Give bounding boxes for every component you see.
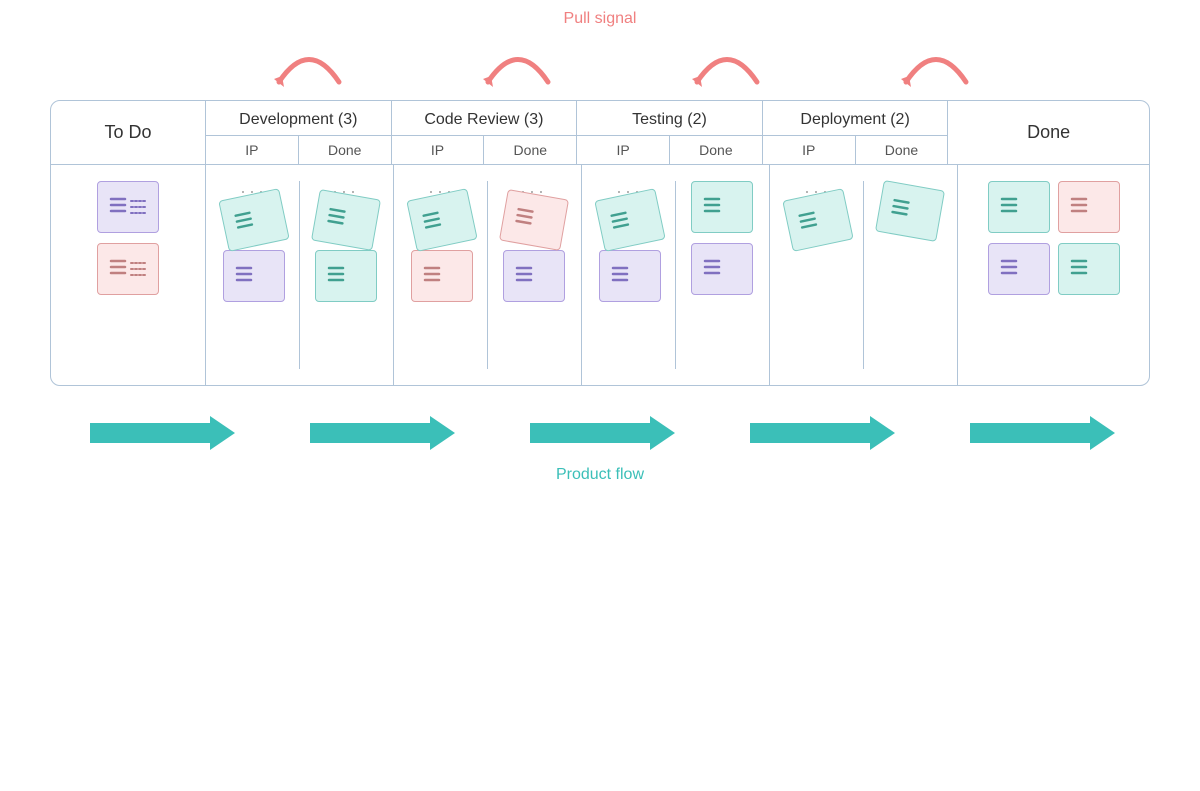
card-dep-done-teal[interactable]: [874, 180, 944, 242]
deployment-body-cell: ···: [770, 165, 958, 385]
card-dev-ip-purple[interactable]: [223, 250, 285, 302]
pull-signal-section: Pull signal: [50, 10, 1150, 92]
col-codereview-done: Done: [484, 136, 576, 164]
product-flow-arrows: [50, 408, 1150, 458]
pull-arrow-2-svg: [473, 32, 563, 92]
pull-arrow-3-svg: [682, 32, 772, 92]
col-deployment-title: Deployment (2): [763, 101, 948, 136]
kanban-header-row: To Do Development (3) IP Done: [51, 101, 1149, 165]
dep-divider: [863, 181, 864, 369]
flow-arrow-2-svg: [300, 408, 460, 458]
flow-arrow-4-svg: [740, 408, 900, 458]
product-flow-section: Product flow: [50, 408, 1150, 484]
product-flow-label: Product flow: [556, 466, 644, 484]
col-done-header: Done: [948, 101, 1149, 164]
pull-arrow-2: [414, 32, 623, 92]
col-group-testing: Testing (2) IP Done: [577, 101, 763, 164]
cr-divider: [487, 181, 488, 369]
col-deployment-ip: IP: [763, 136, 856, 164]
card-dep-ip-teal[interactable]: [782, 188, 853, 252]
done-cards-row2: [988, 243, 1120, 295]
deployment-ip-subcell: ···: [778, 181, 857, 250]
flow-arrow-5: [930, 408, 1150, 458]
pull-arrow-4-svg: [891, 32, 981, 92]
todo-body-cell: [51, 165, 206, 385]
pull-arrow-3: [623, 32, 832, 92]
card-todo-purple[interactable]: [97, 181, 159, 233]
test-divider: [675, 181, 676, 369]
card-cr-ip-pink[interactable]: [411, 250, 473, 302]
card-test-done-teal[interactable]: [691, 181, 753, 233]
card-done-purple1[interactable]: [988, 243, 1050, 295]
col-codereview-title: Code Review (3): [392, 101, 577, 136]
codereview-ip-subcell: ···: [402, 181, 481, 302]
kanban-body-row: ··· ···: [51, 165, 1149, 385]
pull-arrows-row: [50, 32, 1150, 92]
col-development-subheaders: IP Done: [206, 136, 391, 164]
card-dev-ip-teal[interactable]: [218, 188, 289, 252]
col-group-codereview: Code Review (3) IP Done: [392, 101, 578, 164]
codereview-done-subcell: ···: [494, 181, 573, 302]
flow-arrow-4: [710, 408, 930, 458]
card-test-ip-teal[interactable]: [594, 188, 665, 252]
col-group-deployment: Deployment (2) IP Done: [763, 101, 949, 164]
codereview-body-cell: ··· ···: [394, 165, 582, 385]
kanban-board: To Do Development (3) IP Done: [50, 100, 1150, 386]
col-testing-ip: IP: [577, 136, 670, 164]
col-development-done: Done: [299, 136, 391, 164]
flow-arrow-2: [270, 408, 490, 458]
todo-label: To Do: [104, 122, 151, 143]
col-testing-done: Done: [670, 136, 762, 164]
col-development-title: Development (3): [206, 101, 391, 136]
pull-signal-label: Pull signal: [564, 10, 637, 28]
card-cr-done-pink[interactable]: [498, 189, 568, 251]
card-done-teal1[interactable]: [988, 181, 1050, 233]
card-todo-pink[interactable]: [97, 243, 159, 295]
col-testing-title: Testing (2): [577, 101, 762, 136]
pull-arrow-1: [205, 32, 414, 92]
flow-arrow-3-svg: [520, 408, 680, 458]
development-done-subcell: ···: [306, 181, 385, 302]
dev-divider: [299, 181, 300, 369]
col-deployment-subheaders: IP Done: [763, 136, 948, 164]
card-test-ip-purple[interactable]: [599, 250, 661, 302]
deployment-done-subcell: [870, 181, 949, 241]
pull-arrow-4: [831, 32, 1040, 92]
flow-arrow-1: [50, 408, 270, 458]
done-cards-row1: [988, 181, 1120, 233]
development-body-cell: ··· ···: [206, 165, 394, 385]
col-testing-subheaders: IP Done: [577, 136, 762, 164]
col-group-development: Development (3) IP Done: [206, 101, 392, 164]
col-deployment-done: Done: [856, 136, 948, 164]
pull-arrow-1-svg: [264, 32, 354, 92]
card-dev-done-teal2[interactable]: [315, 250, 377, 302]
development-ip-subcell: ···: [214, 181, 293, 302]
flow-arrow-5-svg: [960, 408, 1120, 458]
card-cr-ip-teal[interactable]: [406, 188, 477, 252]
col-development-ip: IP: [206, 136, 299, 164]
card-done-pink1[interactable]: [1058, 181, 1120, 233]
card-dev-done-teal[interactable]: [310, 189, 380, 251]
card-test-done-purple[interactable]: [691, 243, 753, 295]
done-body-cell: [958, 165, 1149, 385]
testing-done-subcell: [682, 181, 761, 295]
flow-arrow-1-svg: [80, 408, 240, 458]
card-cr-done-purple[interactable]: [503, 250, 565, 302]
col-todo-header: To Do: [51, 101, 206, 164]
card-done-teal2[interactable]: [1058, 243, 1120, 295]
flow-arrow-3: [490, 408, 710, 458]
testing-ip-subcell: ···: [590, 181, 669, 302]
col-codereview-ip: IP: [392, 136, 485, 164]
testing-body-cell: ···: [582, 165, 770, 385]
col-codereview-subheaders: IP Done: [392, 136, 577, 164]
